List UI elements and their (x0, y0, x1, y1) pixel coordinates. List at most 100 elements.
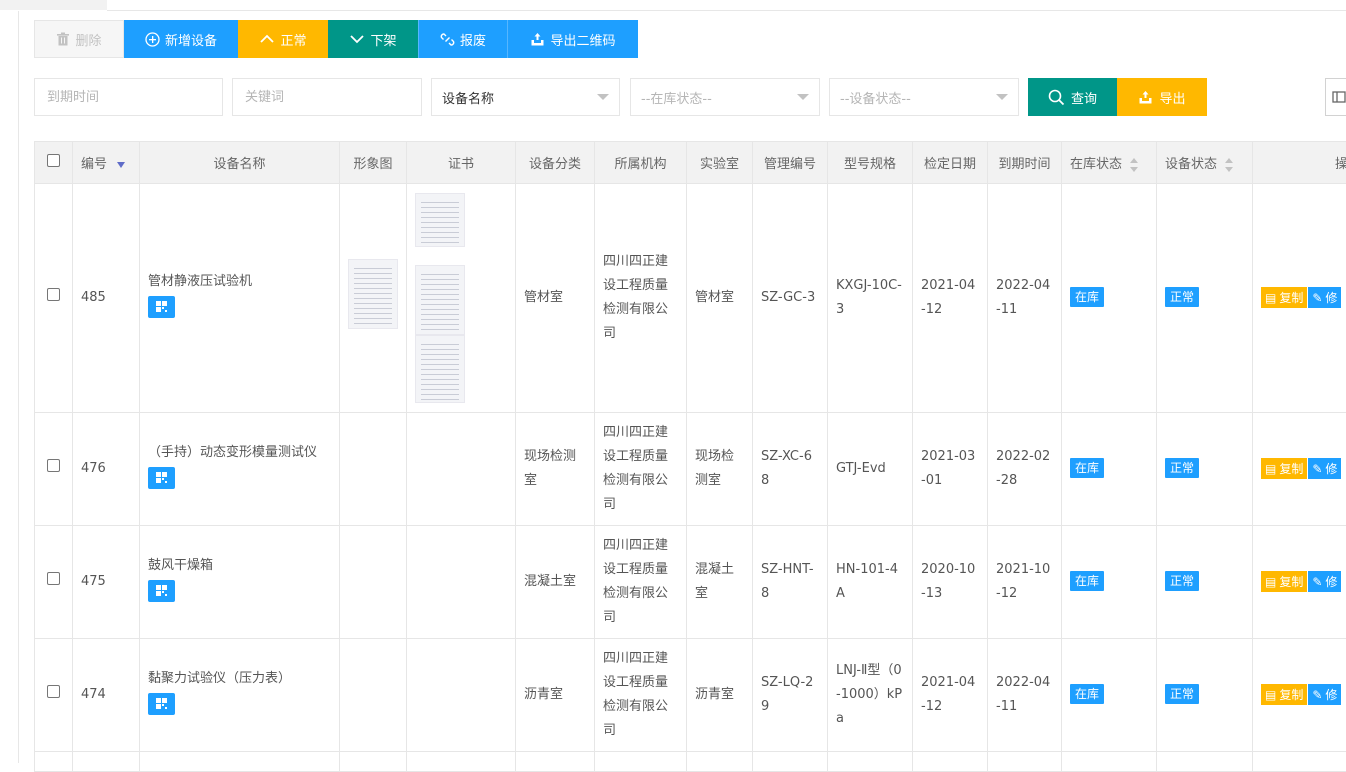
table-row (35, 752, 1346, 772)
qrcode-icon[interactable] (148, 693, 175, 715)
col-mgmt-no: 管理编号 (753, 142, 828, 184)
cell-model: KXGJ-10C-3 (828, 184, 913, 413)
device-name-select[interactable]: 设备名称 (431, 78, 620, 116)
col-id-label: 编号 (81, 157, 107, 172)
cell-id: 475 (73, 526, 140, 639)
cell-org: 四川四正建设工程质量检测有限公司 (595, 184, 687, 413)
select-all-checkbox[interactable] (47, 154, 60, 167)
device-image-thumbnail[interactable] (348, 259, 398, 329)
col-check-date: 检定日期 (913, 142, 988, 184)
device-name-text: （手持）动态变形模量测试仪 (148, 441, 331, 465)
col-model: 型号规格 (828, 142, 913, 184)
keyword-input[interactable] (232, 78, 422, 116)
cell-mgmt-no: SZ-XC-68 (753, 413, 828, 526)
sidebar-divider (18, 11, 19, 763)
columns-icon (1332, 90, 1346, 104)
cell-category: 混凝土室 (516, 526, 595, 639)
device-status-select[interactable]: --设备状态-- (829, 78, 1019, 116)
pencil-icon: ✎ (1312, 570, 1322, 594)
top-divider (107, 10, 1346, 11)
sort-icon[interactable] (1130, 158, 1138, 172)
copy-button[interactable]: ▤复制 (1261, 287, 1307, 308)
qrcode-icon[interactable] (148, 580, 175, 602)
keyword-field[interactable] (243, 89, 411, 106)
copy-button[interactable]: ▤复制 (1261, 571, 1307, 592)
col-stock-status[interactable]: 在库状态 (1062, 142, 1157, 184)
top-tab-strip (0, 0, 1346, 11)
qrcode-icon[interactable] (148, 467, 175, 489)
unlink-icon (440, 32, 455, 47)
chevron-down-icon (996, 94, 1008, 100)
set-normal-label: 正常 (280, 30, 306, 49)
copy-button[interactable]: ▤复制 (1261, 684, 1307, 705)
stock-status-select[interactable]: --在库状态-- (630, 78, 820, 116)
expire-date-field[interactable] (45, 89, 212, 106)
expire-date-input[interactable] (34, 78, 223, 116)
certificate-thumbnail[interactable] (415, 193, 465, 247)
device-status-select-value: --设备状态-- (840, 88, 996, 107)
add-device-button[interactable]: 新增设备 (124, 20, 238, 58)
certificate-thumbnail[interactable] (415, 335, 465, 403)
edit-button[interactable]: ✎修 (1308, 571, 1341, 592)
select-all-cell (35, 142, 73, 184)
query-label: 查询 (1071, 88, 1097, 107)
cell-id: 476 (73, 413, 140, 526)
row-checkbox[interactable] (47, 459, 60, 472)
col-id[interactable]: 编号 (73, 142, 140, 184)
cell-category: 管材室 (516, 184, 595, 413)
edit-button[interactable]: ✎修 (1308, 458, 1341, 479)
edit-button[interactable]: ✎修 (1308, 684, 1341, 705)
cell-cert (407, 526, 516, 639)
cell-category: 现场检测室 (516, 413, 595, 526)
row-checkbox[interactable] (47, 288, 60, 301)
qrcode-icon[interactable] (148, 296, 175, 318)
cell-ops: ▤复制✎修 (1253, 526, 1346, 639)
col-model-label: 型号规格 (844, 157, 896, 172)
cell-stock-status: 在库 (1062, 526, 1157, 639)
scrap-button[interactable]: 报废 (418, 20, 507, 58)
cell-model: GTJ-Evd (828, 413, 913, 526)
table-row: 475 鼓风干燥箱 混凝土室 四川四正建设工程质量检测有限公司 混凝土室 SZ-… (35, 526, 1346, 639)
cell-id: 485 (73, 184, 140, 413)
cell-ops: ▤复制✎修 (1253, 639, 1346, 752)
set-normal-button[interactable]: 正常 (238, 20, 328, 58)
copy-button-label: 复制 (1279, 683, 1303, 707)
query-button[interactable]: 查询 (1028, 78, 1117, 116)
export-qr-button[interactable]: 导出二维码 (507, 20, 638, 58)
row-checkbox[interactable] (47, 572, 60, 585)
device-status-badge: 正常 (1165, 571, 1199, 591)
off-shelf-button[interactable]: 下架 (328, 20, 418, 58)
cell-check-date: 2021-03-01 (913, 413, 988, 526)
certificate-thumbnail[interactable] (415, 265, 465, 335)
chevron-down-icon (797, 94, 809, 100)
cell-org: 四川四正建设工程质量检测有限公司 (595, 639, 687, 752)
col-category: 设备分类 (516, 142, 595, 184)
cell-model: LNJ-Ⅱ型（0-1000）kPa (828, 639, 913, 752)
export-button[interactable]: 导出 (1117, 78, 1207, 116)
device-name-text: 管材静液压试验机 (148, 270, 331, 294)
cell-stock-status: 在库 (1062, 184, 1157, 413)
copy-button[interactable]: ▤复制 (1261, 458, 1307, 479)
export-icon (530, 32, 545, 47)
cell-cert (407, 413, 516, 526)
cell-ops: ▤复制✎修 (1253, 184, 1346, 413)
edit-button-label: 修 (1325, 683, 1337, 707)
table-row: 474 黏聚力试验仪（压力表） 沥青室 四川四正建设工程质量检测有限公司 沥青室… (35, 639, 1346, 752)
col-expire-date-label: 到期时间 (998, 157, 1050, 172)
col-device-status[interactable]: 设备状态 (1157, 142, 1253, 184)
edit-button[interactable]: ✎修 (1308, 287, 1341, 308)
col-mgmt-no-label: 管理编号 (764, 157, 816, 172)
row-checkbox[interactable] (47, 685, 60, 698)
sort-icon[interactable] (1225, 158, 1233, 172)
cell-mgmt-no: SZ-LQ-29 (753, 639, 828, 752)
delete-button[interactable]: 删除 (34, 20, 124, 58)
column-filter-button[interactable] (1325, 78, 1346, 116)
device-name-text: 黏聚力试验仪（压力表） (148, 667, 331, 691)
edit-button-label: 修 (1325, 570, 1337, 594)
cell-image (340, 413, 407, 526)
stock-status-badge: 在库 (1070, 287, 1104, 307)
sort-desc-icon[interactable] (117, 162, 125, 168)
col-stock-status-label: 在库状态 (1070, 157, 1122, 172)
table-header-row: 编号 设备名称 形象图 证书 设备分类 所属机构 实验室 管理编号 型号规格 检… (35, 142, 1346, 184)
device-status-badge: 正常 (1165, 684, 1199, 704)
